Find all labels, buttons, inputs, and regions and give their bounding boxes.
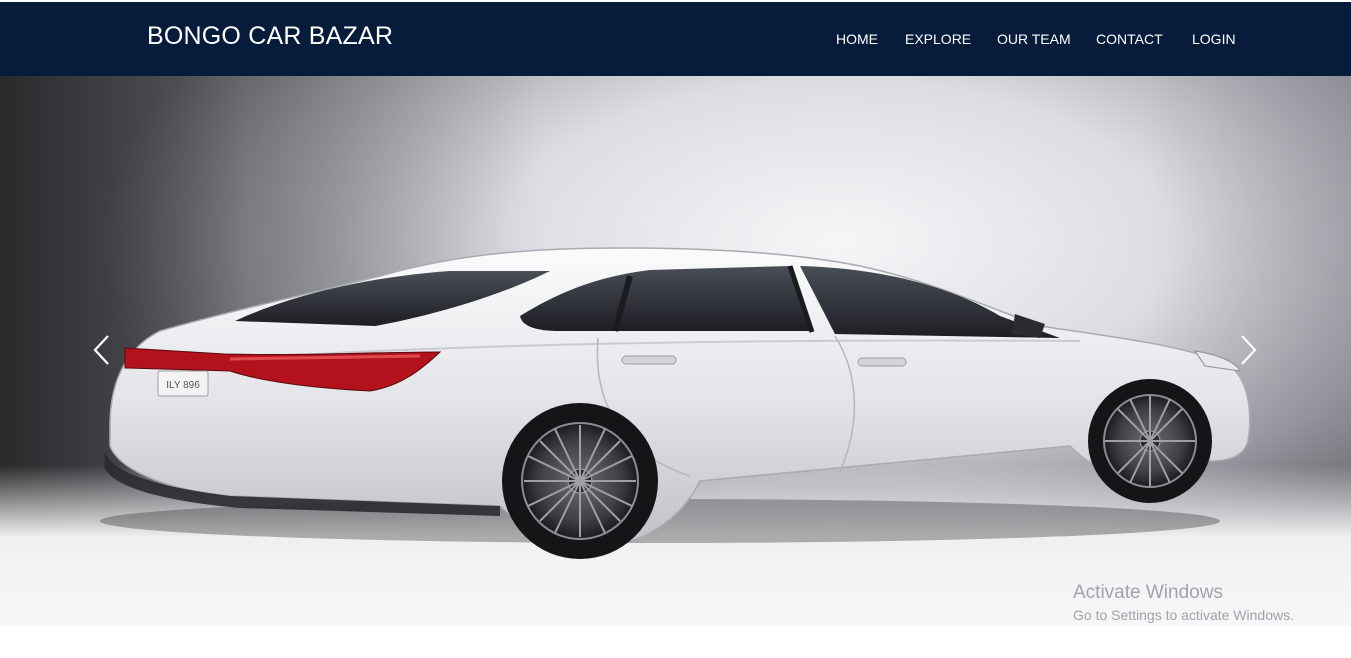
license-plate-text: ILY 896 bbox=[166, 380, 200, 391]
chevron-right-icon bbox=[1241, 335, 1257, 365]
top-navbar: BONGO CAR BAZAR HOME EXPLORE OUR TEAM CO… bbox=[0, 2, 1351, 76]
nav-our-team-link[interactable]: OUR TEAM bbox=[997, 31, 1071, 47]
hero-carousel[interactable]: ILY 896 bbox=[0, 76, 1351, 625]
carousel-prev-button[interactable] bbox=[90, 333, 114, 367]
hero-car-image: ILY 896 bbox=[100, 247, 1251, 559]
nav-explore-link[interactable]: EXPLORE bbox=[905, 31, 971, 47]
watermark-subtitle: Go to Settings to activate Windows. bbox=[1073, 607, 1294, 623]
chevron-left-icon bbox=[93, 335, 109, 365]
windows-activation-watermark: Activate Windows Go to Settings to activ… bbox=[1073, 582, 1294, 626]
nav-home-link[interactable]: HOME bbox=[836, 31, 878, 47]
nav-contact-link[interactable]: CONTACT bbox=[1096, 31, 1163, 47]
watermark-title: Activate Windows bbox=[1073, 582, 1223, 603]
main-nav: HOME EXPLORE OUR TEAM CONTACT LOGIN bbox=[0, 31, 1351, 51]
carousel-next-button[interactable] bbox=[1236, 333, 1260, 367]
nav-login-link[interactable]: LOGIN bbox=[1192, 31, 1236, 47]
